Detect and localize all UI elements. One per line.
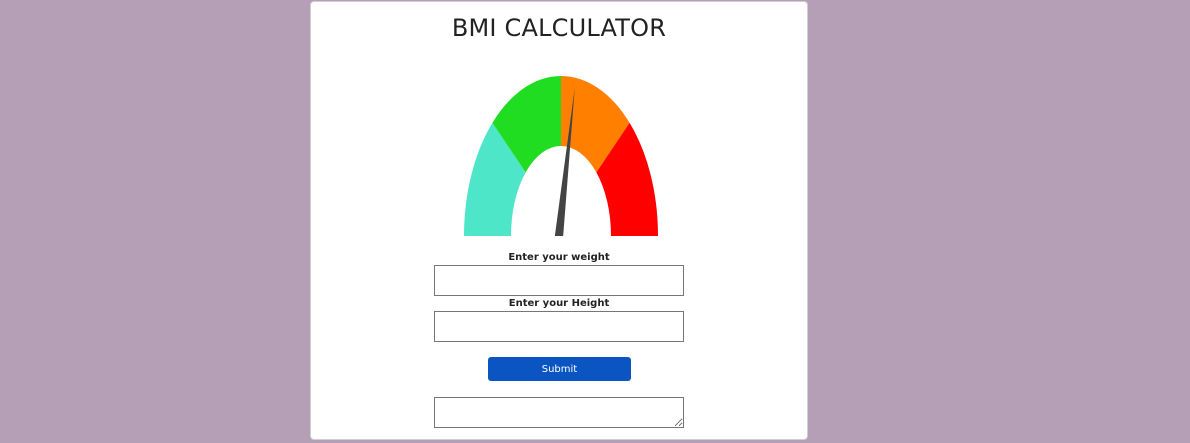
weight-label: Enter your weight	[508, 252, 610, 263]
submit-button[interactable]: Submit	[488, 357, 631, 381]
calculator-card: BMI CALCULATOR Enter your weight Enter y…	[310, 1, 808, 440]
height-label: Enter your Height	[508, 298, 610, 309]
bmi-gauge	[464, 76, 658, 237]
height-input[interactable]	[434, 311, 684, 342]
page-title: BMI CALCULATOR	[451, 14, 667, 42]
weight-input[interactable]	[434, 265, 684, 296]
result-textarea[interactable]	[434, 397, 684, 428]
